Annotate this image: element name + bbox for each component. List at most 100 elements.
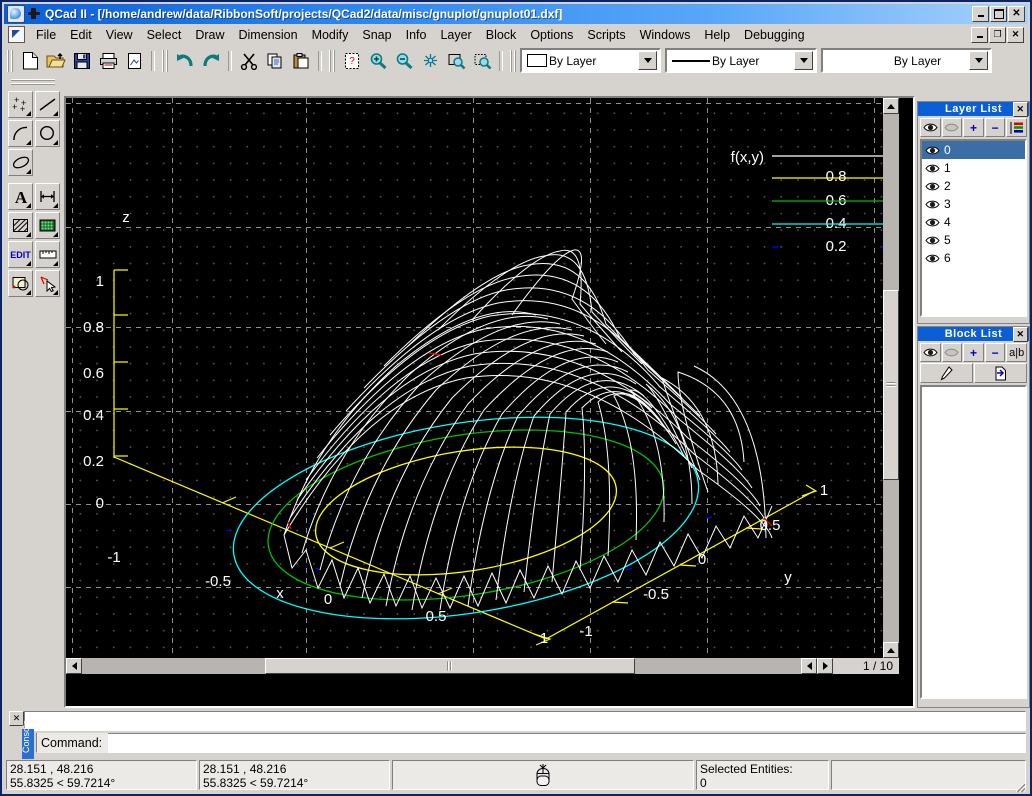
toolbar-grip[interactable]: [7, 49, 14, 72]
line-tool-button[interactable]: [35, 91, 60, 118]
add-layer-button[interactable]: +: [963, 118, 984, 137]
remove-block-button[interactable]: −: [984, 343, 1006, 362]
layer-row-2[interactable]: 2: [922, 177, 1025, 195]
zoom-in-button[interactable]: [366, 49, 390, 72]
menu-item-snap[interactable]: Snap: [355, 26, 398, 44]
remove-layer-button[interactable]: −: [984, 118, 1006, 137]
hscroll-thumb[interactable]: [265, 658, 635, 674]
dimension-tool-button[interactable]: [35, 183, 60, 210]
points-tool-button[interactable]: + + + +: [8, 91, 33, 118]
zoom-out-button[interactable]: [392, 49, 416, 72]
linewidth-combo[interactable]: By Layer: [821, 48, 992, 73]
edit-block-button[interactable]: [920, 363, 973, 383]
linewidth-combo-arrow[interactable]: [969, 51, 988, 70]
canvas-vertical-scrollbar[interactable]: [883, 98, 899, 674]
undo-button[interactable]: [173, 49, 197, 72]
add-block-button[interactable]: +: [963, 343, 984, 362]
menu-item-select[interactable]: Select: [140, 26, 189, 44]
select-tool-button[interactable]: [35, 270, 60, 297]
toolbar-grip-4[interactable]: [510, 49, 517, 72]
save-file-button[interactable]: [70, 49, 94, 72]
rename-block-button[interactable]: a|b: [1006, 343, 1027, 362]
scroll-right-button-a[interactable]: [801, 658, 817, 674]
scroll-down-button-a[interactable]: [883, 642, 899, 658]
image-tool-button[interactable]: [35, 212, 60, 239]
console-tab[interactable]: Console: [21, 720, 34, 763]
ellipse-tool-button[interactable]: [8, 149, 33, 176]
hatch-tool-button[interactable]: [8, 212, 33, 239]
measure-tool-button[interactable]: [35, 241, 60, 268]
scroll-left-button[interactable]: [66, 658, 82, 674]
menu-item-scripts[interactable]: Scripts: [580, 26, 632, 44]
menu-item-draw[interactable]: Draw: [188, 26, 231, 44]
hide-all-blocks-button[interactable]: [941, 343, 963, 362]
window-minimize-button[interactable]: [972, 6, 989, 22]
block-list-box[interactable]: [920, 385, 1027, 699]
cut-button[interactable]: [237, 49, 261, 72]
edit-tool-button[interactable]: EDIT: [8, 241, 33, 268]
circle-tool-button[interactable]: [35, 120, 60, 147]
zoom-previous-button[interactable]: [470, 49, 494, 72]
linetype-combo-arrow[interactable]: [794, 51, 813, 70]
layer-color-combo[interactable]: By Layer: [520, 48, 661, 73]
block-list-close-button[interactable]: ✕: [1013, 327, 1028, 342]
print-preview-button[interactable]: [122, 49, 146, 72]
modify-tool-button[interactable]: [8, 270, 33, 297]
linetype-combo[interactable]: By Layer: [665, 48, 817, 73]
window-maximize-button[interactable]: [990, 6, 1007, 22]
eye-open-icon[interactable]: [925, 163, 940, 174]
zoom-window-button[interactable]: [444, 49, 468, 72]
console-input-row[interactable]: Command:: [36, 733, 1026, 753]
cad-canvas[interactable]: 1 0.8 0.6 0.4 0.2 0 z -1 -0.5 0 0.5 1 x …: [66, 98, 899, 674]
toolbar-grip-3[interactable]: [329, 49, 336, 72]
pin-icon[interactable]: [27, 7, 41, 21]
left-panel-grip[interactable]: [11, 79, 55, 86]
mdi-restore-button[interactable]: ❐: [989, 26, 1006, 43]
eye-open-icon[interactable]: [925, 217, 940, 228]
text-tool-button[interactable]: A: [8, 183, 33, 210]
print-button[interactable]: [96, 49, 120, 72]
show-all-layers-button[interactable]: [920, 118, 941, 137]
document-icon[interactable]: [8, 26, 25, 43]
canvas-horizontal-scrollbar[interactable]: 1 / 10: [66, 658, 899, 674]
menu-item-options[interactable]: Options: [523, 26, 580, 44]
vscroll-thumb[interactable]: [883, 290, 899, 480]
redo-button[interactable]: [199, 49, 223, 72]
menu-item-layer[interactable]: Layer: [433, 26, 478, 44]
insert-block-button[interactable]: [974, 363, 1027, 383]
paste-button[interactable]: [289, 49, 313, 72]
layer-list-box[interactable]: 0 1 2 3 4 5 6: [920, 139, 1027, 317]
layer-row-6[interactable]: 6: [922, 249, 1025, 267]
mdi-close-button[interactable]: ✕: [1007, 26, 1024, 43]
eye-open-icon[interactable]: [925, 235, 940, 246]
eye-open-icon[interactable]: [925, 145, 940, 156]
menu-item-block[interactable]: Block: [479, 26, 524, 44]
drawing-area[interactable]: 1 0.8 0.6 0.4 0.2 0 z -1 -0.5 0 0.5 1 x …: [64, 96, 915, 708]
edit-layer-button[interactable]: [1006, 118, 1027, 137]
copy-button[interactable]: [263, 49, 287, 72]
menu-item-dimension[interactable]: Dimension: [232, 26, 305, 44]
toolbar-grip-2[interactable]: [162, 49, 169, 72]
layer-row-0[interactable]: 0: [922, 141, 1025, 159]
menu-item-info[interactable]: Info: [399, 26, 434, 44]
eye-open-icon[interactable]: [925, 199, 940, 210]
mdi-minimize-button[interactable]: [971, 26, 988, 43]
new-file-button[interactable]: [18, 49, 42, 72]
hide-all-layers-button[interactable]: [941, 118, 963, 137]
show-all-blocks-button[interactable]: [920, 343, 941, 362]
layer-color-combo-arrow[interactable]: [638, 51, 657, 70]
layer-row-3[interactable]: 3: [922, 195, 1025, 213]
window-resize-grip[interactable]: [1012, 779, 1026, 793]
layer-row-1[interactable]: 1: [922, 159, 1025, 177]
layer-list-close-button[interactable]: ✕: [1013, 102, 1028, 117]
menu-item-debugging[interactable]: Debugging: [737, 26, 811, 44]
window-close-button[interactable]: ✕: [1008, 6, 1025, 22]
menu-item-file[interactable]: File: [29, 26, 63, 44]
open-file-button[interactable]: [44, 49, 68, 72]
eye-open-icon[interactable]: [925, 181, 940, 192]
menu-item-edit[interactable]: Edit: [63, 26, 99, 44]
layer-row-5[interactable]: 5: [922, 231, 1025, 249]
arc-tool-button[interactable]: [8, 120, 33, 147]
menu-item-windows[interactable]: Windows: [633, 26, 698, 44]
eye-open-icon[interactable]: [925, 253, 940, 264]
